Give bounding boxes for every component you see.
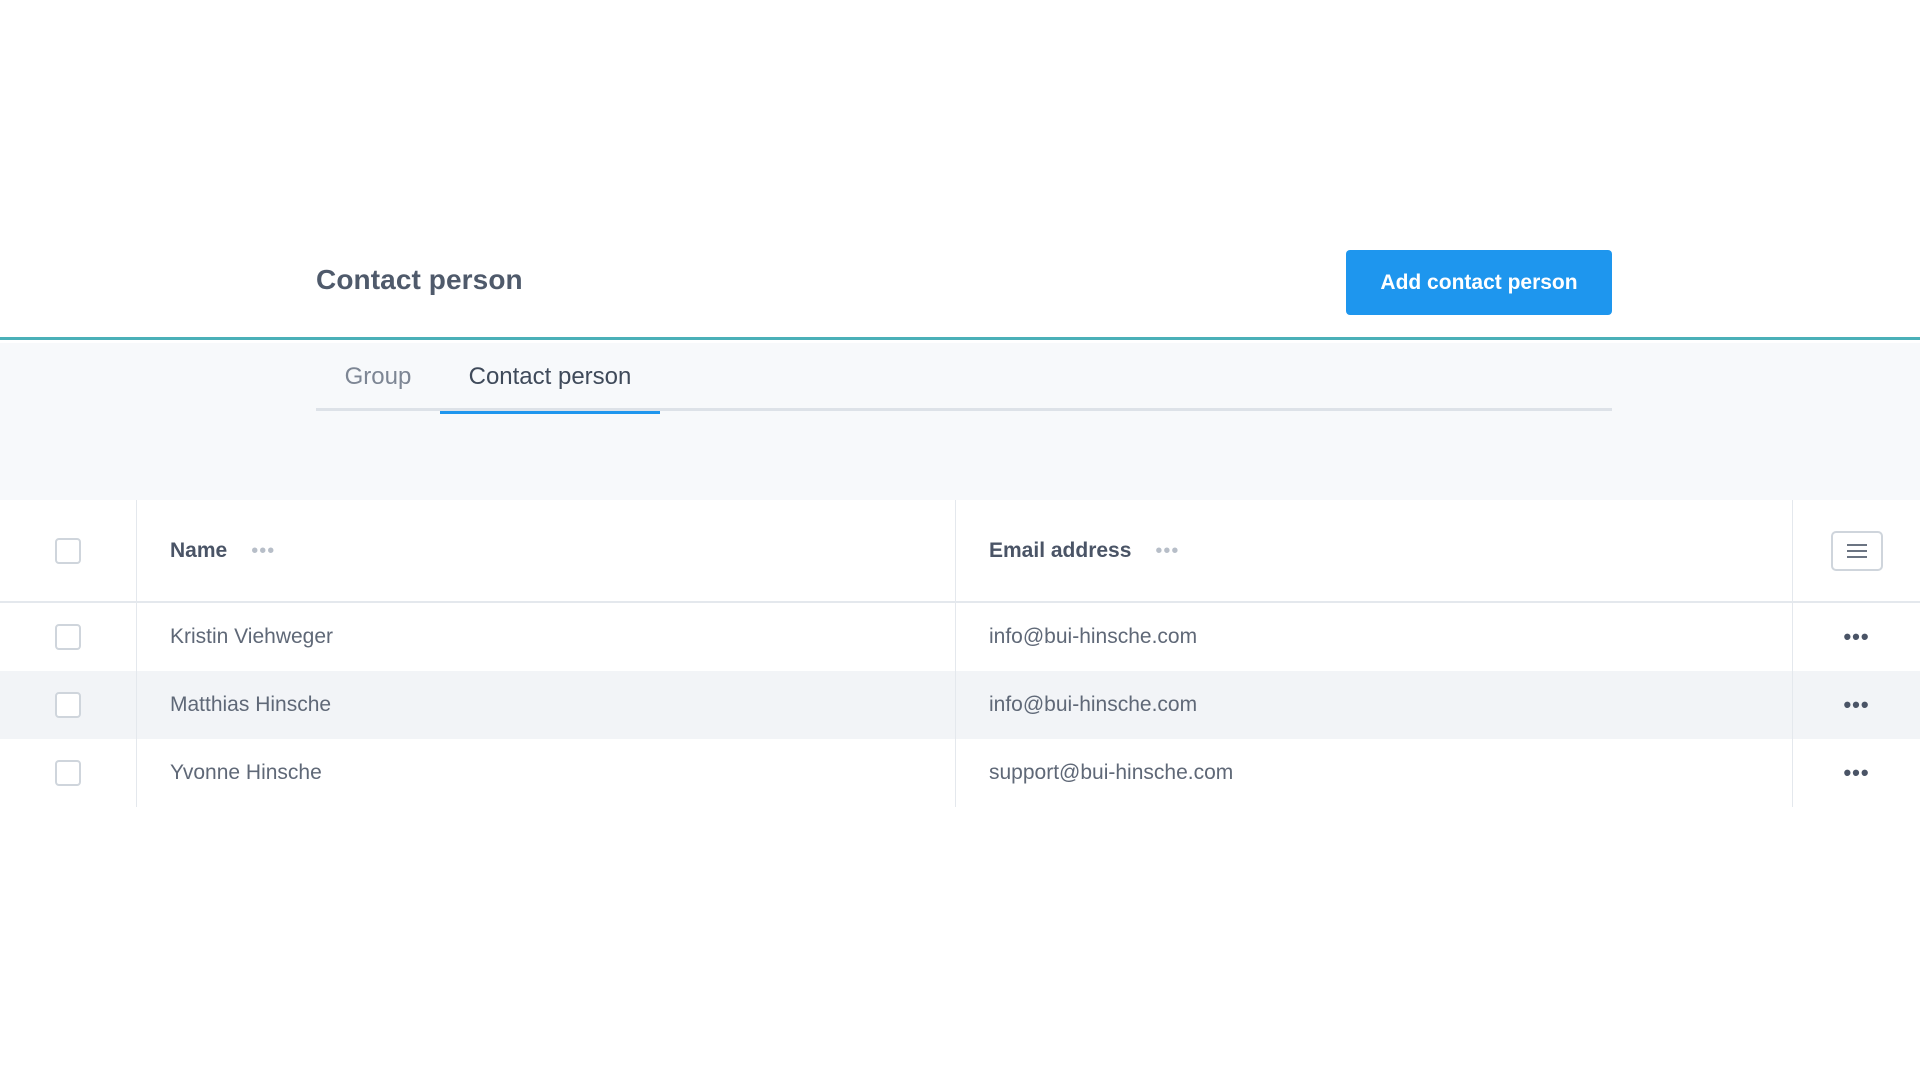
list-icon xyxy=(1846,543,1867,558)
tab-band: Group Contact person xyxy=(0,343,1920,500)
row-more-icon[interactable]: ••• xyxy=(1843,694,1869,716)
column-header-email: Email address xyxy=(989,538,1132,562)
row-more-icon[interactable]: ••• xyxy=(1843,762,1869,784)
table-header-row: Name ••• Email address ••• xyxy=(0,500,1920,603)
header-name-cell: Name ••• xyxy=(137,500,956,601)
email-column-menu-icon[interactable]: ••• xyxy=(1155,541,1179,561)
row-name: Matthias Hinsche xyxy=(170,693,332,716)
select-all-checkbox[interactable] xyxy=(55,537,81,564)
header-email-cell: Email address ••• xyxy=(956,500,1793,601)
tab-bar: Group Contact person xyxy=(316,343,1612,414)
row-checkbox[interactable] xyxy=(55,692,81,718)
row-name: Kristin Viehweger xyxy=(170,625,334,648)
column-settings-button[interactable] xyxy=(1830,530,1883,571)
row-checkbox[interactable] xyxy=(55,624,81,650)
tab-contact-person[interactable]: Contact person xyxy=(440,343,660,414)
contact-table: Name ••• Email address ••• Kristin Viehw… xyxy=(0,500,1920,807)
header-checkbox-cell xyxy=(0,500,137,601)
name-column-menu-icon[interactable]: ••• xyxy=(251,541,275,561)
table-row[interactable]: Kristin Viehweger info@bui-hinsche.com •… xyxy=(0,603,1920,671)
page-header: Contact person Add contact person xyxy=(0,0,1920,340)
row-email: info@bui-hinsche.com xyxy=(989,625,1198,648)
tab-group[interactable]: Group xyxy=(316,343,440,411)
table-row[interactable]: Yvonne Hinsche support@bui-hinsche.com •… xyxy=(0,739,1920,807)
page-title: Contact person xyxy=(316,264,523,295)
row-checkbox[interactable] xyxy=(55,760,81,786)
row-email: info@bui-hinsche.com xyxy=(989,693,1198,716)
add-contact-person-button[interactable]: Add contact person xyxy=(1346,250,1612,315)
row-name: Yvonne Hinsche xyxy=(170,761,322,784)
column-header-name: Name xyxy=(170,538,228,562)
header-actions-cell xyxy=(1793,500,1920,601)
row-more-icon[interactable]: ••• xyxy=(1843,626,1869,648)
table-row[interactable]: Matthias Hinsche info@bui-hinsche.com ••… xyxy=(0,671,1920,739)
row-email: support@bui-hinsche.com xyxy=(989,761,1234,784)
